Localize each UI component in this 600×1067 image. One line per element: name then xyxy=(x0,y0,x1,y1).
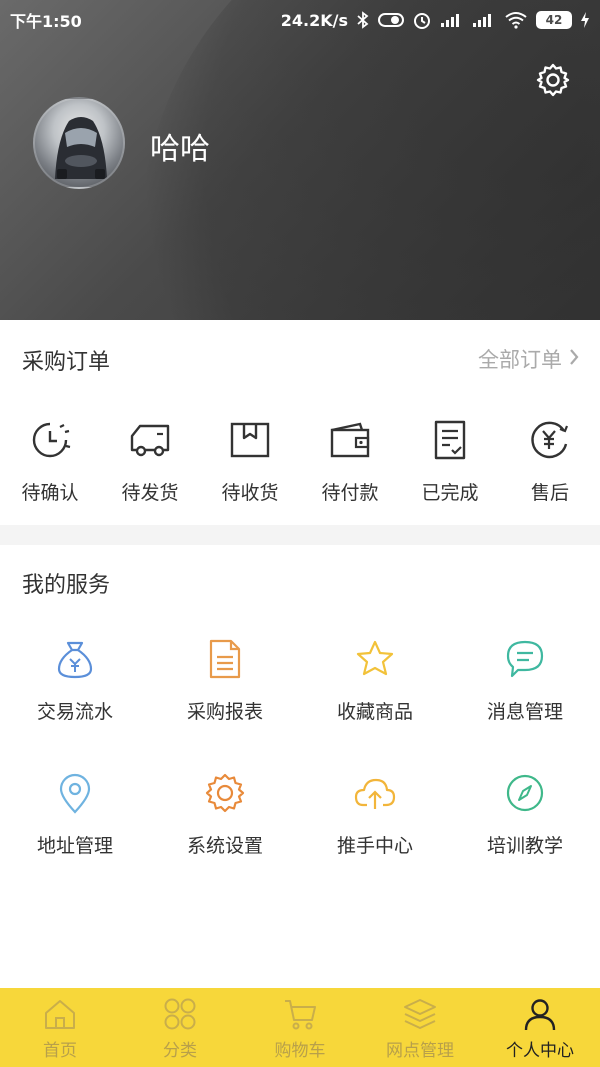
profile-header: 下午1:50 24.2K/s 42 哈哈 xyxy=(0,0,600,320)
report-icon xyxy=(203,637,247,681)
car-avatar-image xyxy=(55,117,107,179)
all-orders-link[interactable]: 全部订单 xyxy=(478,344,580,374)
truck-icon xyxy=(126,416,174,464)
order-item-label: 待付款 xyxy=(321,482,379,504)
order-item-pending-confirm[interactable]: 待确认 xyxy=(0,416,100,505)
person-icon xyxy=(522,996,558,1032)
clock-icon xyxy=(26,416,74,464)
tab-home[interactable]: 首页 xyxy=(0,988,120,1067)
order-item-pending-payment[interactable]: 待付款 xyxy=(300,416,400,505)
order-item-pending-receive[interactable]: 待收货 xyxy=(200,416,300,505)
wifi-icon xyxy=(504,11,528,29)
order-item-label: 待确认 xyxy=(21,482,79,504)
order-item-label: 待收货 xyxy=(221,482,279,504)
service-address[interactable]: 地址管理 xyxy=(0,771,150,858)
chevron-right-icon xyxy=(568,347,580,371)
order-item-label: 已完成 xyxy=(421,482,479,504)
box-icon xyxy=(226,416,274,464)
purchase-orders-section: 采购订单 全部订单 待确认 待发货 待收货 待付款 已完成 售后 xyxy=(0,320,600,525)
service-system-settings[interactable]: 系统设置 xyxy=(150,771,300,858)
tab-profile[interactable]: 个人中心 xyxy=(480,988,600,1067)
service-label: 地址管理 xyxy=(36,835,113,857)
service-messages[interactable]: 消息管理 xyxy=(450,637,600,724)
order-item-completed[interactable]: 已完成 xyxy=(400,416,500,505)
chat-icon xyxy=(503,637,547,681)
status-bar: 下午1:50 24.2K/s 42 xyxy=(0,0,600,40)
alarm-icon xyxy=(412,10,432,30)
signal-icon xyxy=(440,12,464,28)
tab-category[interactable]: 分类 xyxy=(120,988,240,1067)
order-item-pending-ship[interactable]: 待发货 xyxy=(100,416,200,505)
yuan-refund-icon xyxy=(526,416,574,464)
cloud-upload-icon xyxy=(353,771,397,815)
tab-label: 网点管理 xyxy=(386,1041,454,1061)
tab-label: 购物车 xyxy=(274,1041,326,1061)
service-favorites[interactable]: 收藏商品 xyxy=(300,637,450,724)
service-promoter-center[interactable]: 推手中心 xyxy=(300,771,450,858)
order-item-after-sales[interactable]: 售后 xyxy=(500,416,600,505)
settings-icon xyxy=(203,771,247,815)
orders-title: 采购订单 xyxy=(22,350,111,375)
bluetooth-icon xyxy=(356,11,370,29)
network-speed: 24.2K/s xyxy=(280,10,348,30)
toggle-icon xyxy=(378,12,404,28)
service-label: 消息管理 xyxy=(486,701,563,723)
signal-icon-2 xyxy=(472,12,496,28)
tab-label: 个人中心 xyxy=(506,1041,574,1061)
service-transactions[interactable]: 交易流水 xyxy=(0,637,150,724)
service-purchase-report[interactable]: 采购报表 xyxy=(150,637,300,724)
username: 哈哈 xyxy=(150,132,210,167)
grid-icon xyxy=(162,996,198,1032)
money-bag-icon xyxy=(53,637,97,681)
star-icon xyxy=(353,637,397,681)
location-icon xyxy=(53,771,97,815)
order-item-label: 待发货 xyxy=(121,482,179,504)
battery-indicator: 42 xyxy=(536,11,572,29)
home-icon xyxy=(42,996,78,1032)
service-label: 推手中心 xyxy=(336,835,413,857)
section-divider xyxy=(0,525,600,545)
document-check-icon xyxy=(426,416,474,464)
tab-label: 分类 xyxy=(163,1041,197,1061)
cart-icon xyxy=(282,996,318,1032)
service-label: 系统设置 xyxy=(186,835,263,857)
service-label: 收藏商品 xyxy=(336,701,413,723)
all-orders-label: 全部订单 xyxy=(478,348,562,372)
layers-icon xyxy=(402,996,438,1032)
tab-outlet-management[interactable]: 网点管理 xyxy=(360,988,480,1067)
charging-icon xyxy=(580,12,590,28)
bottom-tab-bar: 首页 分类 购物车 网点管理 个人中心 xyxy=(0,988,600,1067)
service-label: 采购报表 xyxy=(186,701,263,723)
tab-label: 首页 xyxy=(43,1041,77,1061)
order-item-label: 售后 xyxy=(530,482,569,504)
status-time: 下午1:50 xyxy=(10,12,82,31)
wallet-icon xyxy=(326,416,374,464)
tab-cart[interactable]: 购物车 xyxy=(240,988,360,1067)
my-services-section: 我的服务 交易流水 采购报表 收藏商品 消息管理 地址管理 系统设置 推手中心 … xyxy=(0,545,600,985)
service-label: 交易流水 xyxy=(36,701,113,723)
avatar[interactable] xyxy=(33,97,125,189)
services-title: 我的服务 xyxy=(22,573,111,598)
compass-icon xyxy=(503,771,547,815)
service-label: 培训教学 xyxy=(486,835,563,857)
service-training[interactable]: 培训教学 xyxy=(450,771,600,858)
settings-gear-icon[interactable] xyxy=(535,62,571,98)
